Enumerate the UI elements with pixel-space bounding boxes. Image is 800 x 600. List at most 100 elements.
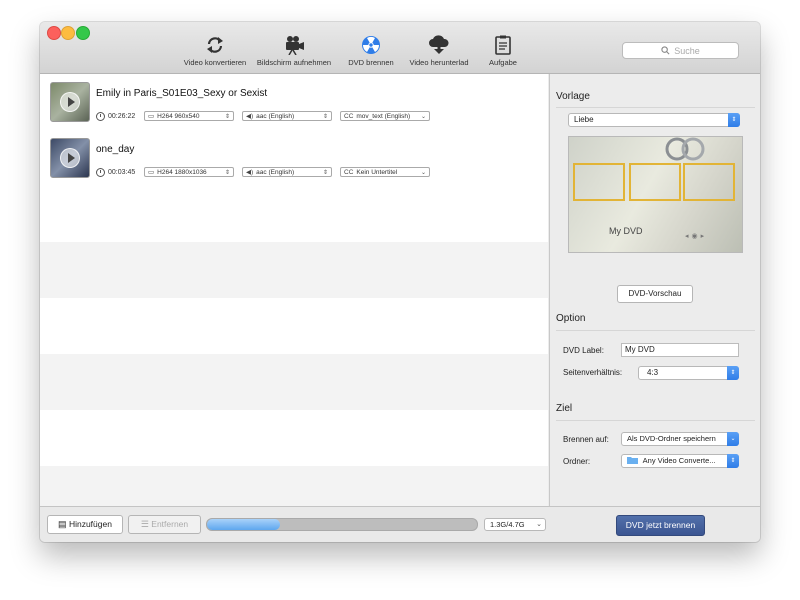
chevron-down-icon: ⌄	[420, 170, 426, 176]
video-format-select[interactable]: ▭ H264 1880x1036 ⇕	[144, 167, 234, 177]
tool-label: Bildschirm aufnehmen	[256, 58, 332, 67]
audio-track-select[interactable]: ◀) aac (English) ⇕	[242, 111, 332, 121]
video-format-select[interactable]: ▭ H264 960x540 ⇕	[144, 111, 234, 121]
tool-video-herunterladen[interactable]: Video herunterlad	[406, 35, 472, 67]
duration-text: 00:26:22	[108, 113, 136, 120]
bottom-bar: ▤ Hinzufügen ☰ Entfernen 1.3G/4.7G ⌄ DVD…	[40, 506, 760, 542]
add-button-label: Hinzufügen	[68, 519, 112, 529]
tool-label: Aufgabe	[489, 58, 517, 67]
divider	[556, 420, 755, 421]
menu-nav-icon: ◂◉▸	[685, 233, 708, 240]
search-input[interactable]: Suche	[622, 42, 739, 59]
video-format-value: H264 960x540	[157, 112, 200, 120]
video-duration: 00:03:45	[96, 168, 135, 177]
close-window-button[interactable]	[47, 26, 61, 40]
video-title: Emily in Paris_S01E03_Sexy or Sexist	[96, 88, 268, 99]
subtitle-value: Kein Untertitel	[356, 168, 398, 176]
audio-track-select[interactable]: ◀) aac (English) ⇕	[242, 167, 332, 177]
cc-icon: CC	[344, 112, 354, 120]
speaker-icon: ◀)	[246, 113, 254, 120]
tool-bildschirm-aufnehmen[interactable]: Bildschirm aufnehmen	[254, 35, 334, 67]
folder-label: Ordner:	[563, 457, 591, 466]
tool-label: Video konvertieren	[183, 58, 247, 67]
divider	[556, 330, 755, 331]
table-row[interactable]	[40, 74, 548, 130]
film-icon: ▭	[148, 113, 155, 120]
video-title: one_day	[96, 144, 135, 155]
audio-track-value: aac (English)	[256, 112, 295, 120]
divider	[556, 107, 755, 108]
tool-dvd-brennen[interactable]: DVD brennen	[344, 35, 398, 67]
play-icon[interactable]	[60, 92, 80, 112]
video-camera-icon	[286, 36, 304, 55]
section-title-option: Option	[556, 313, 586, 324]
subtitle-select[interactable]: CC Kein Untertitel ⌄	[340, 167, 430, 177]
stepper-icon: ⇕	[728, 113, 740, 127]
tool-video-konvertieren[interactable]: Video konvertieren	[182, 35, 248, 67]
settings-panel: Vorlage Liebe ⇕ My DVD ◂◉▸ DVD-Vorschau …	[549, 74, 760, 506]
file-list: Emily in Paris_S01E03_Sexy or Sexist 00:…	[40, 74, 548, 506]
stepper-icon: ⇕	[224, 114, 230, 120]
toolbar: Video konvertieren Bildschirm aufnehmen	[40, 22, 760, 74]
clipboard-icon	[495, 35, 511, 55]
tool-aufgabe[interactable]: Aufgabe	[483, 35, 523, 67]
stepper-icon: ⇕	[727, 454, 739, 468]
disc-usage-fill	[207, 519, 280, 530]
burn-to-label: Brennen auf:	[563, 435, 609, 444]
duration-text: 00:03:45	[108, 169, 136, 176]
remove-button-label: Entfernen	[151, 519, 189, 529]
template-preview: My DVD ◂◉▸	[568, 136, 743, 253]
empty-row	[40, 354, 548, 410]
chevron-down-icon: ⌄	[420, 114, 426, 120]
dvd-label-label: DVD Label:	[563, 346, 604, 355]
cloud-download-icon	[429, 35, 449, 54]
folder-value: Any Video Converte...	[642, 456, 716, 465]
play-icon[interactable]	[60, 148, 80, 168]
empty-row	[40, 242, 548, 298]
template-select-value: Liebe	[574, 115, 594, 124]
minimize-window-button[interactable]	[61, 26, 75, 40]
clock-icon	[96, 112, 105, 121]
zoom-window-button[interactable]	[76, 26, 90, 40]
empty-row	[40, 466, 548, 506]
add-button[interactable]: ▤ Hinzufügen	[47, 515, 123, 534]
dvd-label-field[interactable]: My DVD	[621, 343, 739, 357]
chevron-down-icon: ⌄	[727, 432, 739, 446]
table-row[interactable]	[40, 130, 548, 186]
cc-icon: CC	[344, 168, 354, 176]
rings-icon	[665, 137, 705, 161]
disc-capacity-value: 1.3G/4.7G	[490, 520, 525, 529]
tool-label: DVD brennen	[348, 58, 394, 67]
burn-to-select[interactable]: Als DVD-Ordner speichern ⌄	[621, 432, 739, 446]
remove-button[interactable]: ☰ Entfernen	[128, 515, 201, 534]
audio-track-value: aac (English)	[256, 168, 295, 176]
subtitle-select[interactable]: CC mov_text (English) ⌄	[340, 111, 430, 121]
section-title-ziel: Ziel	[556, 403, 573, 414]
search-placeholder: Suche	[674, 45, 700, 56]
dvd-preview-button[interactable]: DVD-Vorschau	[617, 285, 693, 303]
stepper-icon: ⇕	[322, 114, 328, 120]
search-icon	[661, 46, 670, 55]
video-format-value: H264 1880x1036	[157, 168, 207, 176]
burn-dvd-button[interactable]: DVD jetzt brennen	[616, 515, 705, 536]
folder-select[interactable]: Any Video Converte... ⇕	[621, 454, 739, 468]
dvd-burn-icon	[362, 36, 380, 54]
aspect-ratio-select[interactable]: 4:3 ⇕	[638, 366, 739, 380]
refresh-icon	[207, 37, 223, 53]
disc-usage-bar	[206, 518, 478, 531]
video-duration: 00:26:22	[96, 112, 135, 121]
burn-to-value: Als DVD-Ordner speichern	[627, 434, 716, 443]
aspect-ratio-label: Seitenverhältnis:	[563, 368, 623, 377]
video-thumbnail[interactable]	[50, 82, 90, 122]
aspect-ratio-value: 4:3	[647, 368, 659, 377]
stepper-icon: ⇕	[224, 170, 230, 176]
stepper-icon: ⇕	[322, 170, 328, 176]
preview-title: My DVD	[609, 226, 643, 236]
video-thumbnail[interactable]	[50, 138, 90, 178]
add-file-icon: ▤	[58, 519, 67, 529]
template-select[interactable]: Liebe ⇕	[568, 113, 740, 127]
photo-frame	[629, 163, 681, 201]
clock-icon	[96, 168, 105, 177]
disc-capacity-select[interactable]: 1.3G/4.7G ⌄	[484, 518, 546, 531]
photo-frame	[683, 163, 735, 201]
